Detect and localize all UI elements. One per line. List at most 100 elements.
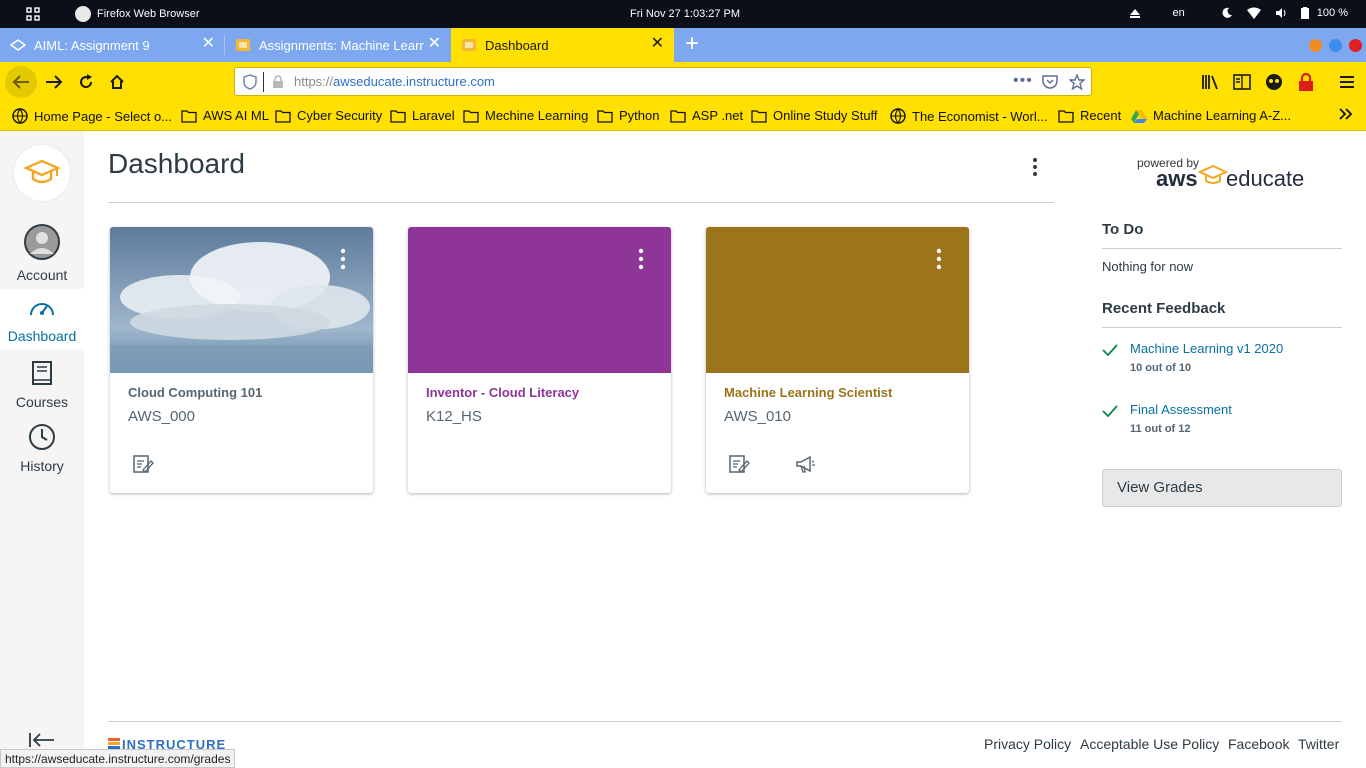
bookmark-item[interactable]: ASP .net	[670, 108, 743, 123]
assignments-icon[interactable]	[728, 453, 750, 475]
announcements-icon[interactable]	[794, 453, 816, 475]
page-title: Dashboard	[108, 148, 245, 179]
bookmark-item[interactable]: AWS AI ML	[181, 108, 269, 123]
course-card-title[interactable]: Inventor - Cloud Literacy	[426, 385, 579, 400]
volume-icon[interactable]	[1275, 7, 1287, 19]
view-grades-button[interactable]: View Grades	[1102, 469, 1342, 507]
bookmark-item[interactable]: Home Page - Select o...	[12, 108, 172, 124]
course-card-options-icon[interactable]	[337, 247, 349, 271]
folder-icon	[597, 109, 613, 123]
twitter-link[interactable]: Twitter	[1298, 736, 1339, 752]
course-card-image[interactable]	[110, 227, 373, 373]
forward-button[interactable]	[40, 68, 68, 96]
back-button[interactable]	[5, 66, 37, 98]
sidebar-item-courses[interactable]: Courses	[0, 353, 84, 413]
firefox-icon	[75, 6, 91, 22]
lock-icon[interactable]	[272, 75, 284, 89]
language-indicator[interactable]: en	[1173, 7, 1185, 19]
dashboard-icon	[30, 303, 54, 316]
recent-feedback-heading: Recent Feedback	[1102, 300, 1226, 317]
apps-grid-icon[interactable]	[26, 7, 40, 21]
todo-heading: To Do	[1102, 221, 1144, 238]
bookmark-item[interactable]: The Economist - Worl...	[890, 108, 1048, 124]
acceptable-use-policy-link[interactable]: Acceptable Use Policy	[1080, 736, 1219, 752]
folder-icon	[670, 109, 686, 123]
tab-aiml-assignment[interactable]: AIML: Assignment 9 ✕	[0, 28, 225, 62]
privacy-policy-link[interactable]: Privacy Policy	[984, 736, 1071, 752]
battery-icon[interactable]	[1300, 7, 1309, 19]
graduation-cap-icon	[24, 159, 60, 184]
bookmark-item[interactable]: Mechine Learning	[463, 108, 588, 123]
folder-icon	[751, 109, 767, 123]
new-tab-button[interactable]: +	[680, 31, 704, 59]
assignments-icon[interactable]	[132, 453, 154, 475]
feedback-link[interactable]: Machine Learning v1 2020	[1130, 341, 1283, 356]
bookmark-star-icon[interactable]	[1069, 74, 1085, 90]
feedback-link[interactable]: Final Assessment	[1130, 402, 1232, 417]
course-card[interactable]: Inventor - Cloud Literacy K12_HS	[408, 227, 671, 493]
maximize-window-button[interactable]	[1329, 39, 1342, 52]
aws-educate-tab-icon	[236, 39, 250, 51]
os-top-bar: Firefox Web Browser Fri Nov 27 1:03:27 P…	[0, 0, 1366, 28]
arrow-left-icon	[12, 75, 29, 89]
folder-icon	[390, 109, 406, 123]
aws-educate-logo: powered by aws educate	[1137, 156, 1305, 191]
tracking-shield-icon[interactable]	[243, 74, 257, 90]
url-text[interactable]: https://awseducate.instructure.com	[294, 74, 495, 89]
page-actions-icon[interactable]: •••	[1013, 72, 1033, 90]
bookmark-item[interactable]: Online Study Stuff	[751, 108, 878, 123]
course-card-title[interactable]: Cloud Computing 101	[128, 385, 262, 400]
more-bookmarks-icon[interactable]	[1338, 106, 1360, 122]
sidebar-item-account[interactable]: Account	[0, 220, 84, 283]
night-mode-icon[interactable]	[1221, 7, 1233, 19]
course-card-code: AWS_000	[128, 408, 195, 425]
canvas-course-icon	[10, 39, 26, 51]
course-card-header[interactable]	[408, 227, 671, 373]
close-tab-icon[interactable]: ✕	[651, 36, 664, 52]
bookmark-item[interactable]: Recent	[1058, 108, 1121, 123]
feedback-score: 10 out of 10	[1130, 362, 1192, 374]
tab-assignments[interactable]: Assignments: Machine Learn ✕	[225, 28, 451, 62]
course-card-header[interactable]	[706, 227, 969, 373]
pocket-icon[interactable]	[1042, 75, 1058, 89]
history-clock-icon	[29, 424, 55, 450]
sidebar-item-label: History	[20, 458, 64, 474]
course-card[interactable]: Cloud Computing 101 AWS_000	[110, 227, 373, 493]
course-card[interactable]: Machine Learning Scientist AWS_010	[706, 227, 969, 493]
close-tab-icon[interactable]: ✕	[202, 36, 215, 52]
minimize-window-button[interactable]	[1309, 39, 1322, 52]
canvas-logo[interactable]	[14, 145, 70, 201]
arrow-right-icon	[46, 75, 63, 89]
bookmark-item[interactable]: Python	[597, 108, 659, 123]
aws-educate-tab-icon	[462, 39, 476, 51]
close-window-button[interactable]	[1349, 39, 1362, 52]
battery-percent: 100 %	[1316, 7, 1348, 19]
dashboard-options-icon[interactable]	[1027, 156, 1043, 178]
hamburger-menu-icon[interactable]	[1339, 75, 1355, 89]
bookmark-item[interactable]: Machine Learning A-Z...	[1131, 108, 1291, 123]
library-icon[interactable]	[1201, 74, 1219, 90]
tab-dashboard[interactable]: Dashboard ✕	[451, 28, 674, 62]
reload-button[interactable]	[72, 68, 100, 96]
wifi-icon[interactable]	[1246, 7, 1261, 19]
course-card-options-icon[interactable]	[933, 247, 945, 271]
close-tab-icon[interactable]: ✕	[428, 36, 441, 52]
home-button[interactable]	[103, 68, 131, 96]
sidebar-item-history[interactable]: History	[0, 415, 84, 475]
padlock-extension-icon[interactable]	[1298, 73, 1314, 91]
reader-view-icon[interactable]	[1233, 74, 1251, 90]
google-drive-icon	[1131, 109, 1147, 123]
system-clock[interactable]: Fri Nov 27 1:03:27 PM	[630, 8, 740, 20]
course-card-options-icon[interactable]	[635, 247, 647, 271]
bookmark-item[interactable]: Cyber Security	[275, 108, 382, 123]
facebook-link[interactable]: Facebook	[1228, 736, 1289, 752]
course-card-title[interactable]: Machine Learning Scientist	[724, 385, 892, 400]
tab-bar: AIML: Assignment 9 ✕ Assignments: Machin…	[0, 28, 1366, 62]
sidebar-item-dashboard[interactable]: Dashboard	[0, 289, 84, 349]
bookmark-item[interactable]: Laravel	[390, 108, 455, 123]
address-bar[interactable]: https://awseducate.instructure.com •••	[234, 67, 1092, 96]
extension-icon[interactable]	[1265, 73, 1283, 91]
tab-label: Assignments: Machine Learn	[259, 37, 424, 53]
collapse-nav-icon[interactable]	[28, 732, 56, 748]
eject-icon[interactable]	[1129, 7, 1141, 19]
